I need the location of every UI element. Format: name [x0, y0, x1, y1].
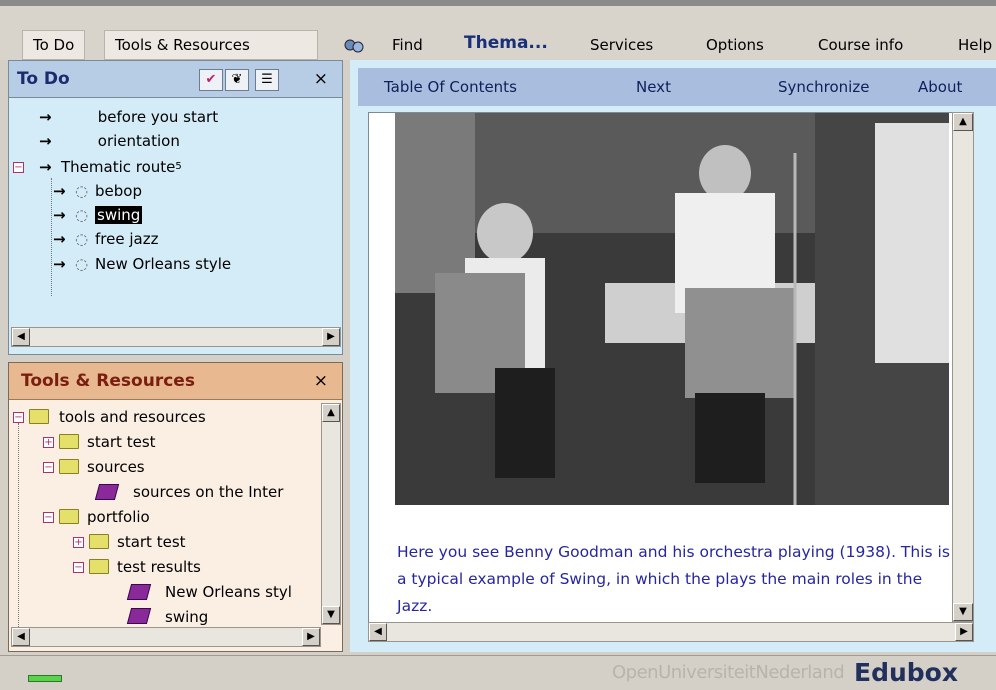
nav-next[interactable]: Next — [636, 78, 671, 96]
close-icon[interactable]: × — [314, 371, 328, 391]
list-item[interactable]: → before you start — [39, 106, 218, 128]
scroll-down-icon[interactable]: ▼ — [322, 606, 340, 624]
list-item[interactable]: → orientation — [39, 130, 180, 152]
expand-icon[interactable]: + — [73, 537, 84, 548]
content-pane: Table Of Contents Next Synchronize About — [350, 60, 996, 652]
edubox-logo: Edubox — [854, 658, 958, 687]
todo-pane: To Do ✔ ❦ ☰ × → before you start → orien… — [8, 60, 343, 355]
collapse-icon[interactable]: − — [13, 162, 24, 173]
close-icon[interactable]: × — [314, 69, 328, 89]
folder-icon — [59, 434, 79, 449]
arrow-icon: → — [39, 132, 52, 150]
tools-pane: Tools & Resources × − tools and resource… — [8, 362, 343, 652]
content-vscrollbar[interactable]: ▲ ▼ — [952, 112, 974, 622]
tools-vscrollbar[interactable]: ▲ ▼ — [321, 403, 341, 625]
folder-open-icon — [29, 409, 49, 424]
status-bar: OpenUniversiteitNederland Edubox — [0, 655, 996, 690]
arrow-icon: → — [53, 182, 66, 200]
scroll-left-icon[interactable]: ◀ — [12, 628, 30, 646]
book-icon — [126, 608, 152, 624]
menu-options[interactable]: Options — [706, 30, 764, 60]
scroll-right-icon[interactable]: ▶ — [302, 628, 320, 646]
menu-bar: To Do Tools & Resources Find Thema... Se… — [0, 0, 996, 60]
collapse-icon[interactable]: − — [43, 462, 54, 473]
content-navbar: Table Of Contents Next Synchronize About — [358, 68, 996, 106]
folder-open-icon — [59, 509, 79, 524]
menu-thema[interactable]: Thema... — [464, 28, 548, 58]
list-item[interactable]: sources — [87, 456, 145, 478]
list-item[interactable]: → ◌ New Orleans style — [53, 253, 231, 275]
tag-icon: ◌ — [75, 230, 89, 248]
list-item[interactable]: tools and resources — [59, 406, 206, 428]
arrow-icon: → — [53, 230, 66, 248]
scroll-left-icon[interactable]: ◀ — [369, 623, 387, 641]
todo-title: To Do — [17, 69, 70, 89]
scroll-left-icon[interactable]: ◀ — [12, 328, 30, 346]
university-brand: OpenUniversiteitNederland — [612, 662, 845, 683]
menu-course-info[interactable]: Course info — [818, 30, 903, 60]
arrow-icon: → — [39, 108, 52, 126]
scroll-up-icon[interactable]: ▲ — [953, 113, 973, 131]
list-icon[interactable]: ☰ — [255, 69, 279, 91]
list-item[interactable]: → ◌ swing — [53, 204, 143, 226]
list-item[interactable]: → ◌ bebop — [53, 180, 142, 202]
menu-services[interactable]: Services — [590, 30, 653, 60]
scroll-up-icon[interactable]: ▲ — [322, 404, 340, 422]
glasses-icon[interactable]: ❦ — [225, 69, 249, 91]
list-item[interactable]: portfolio — [87, 506, 150, 528]
orchestra-photo — [395, 113, 949, 505]
content-area: Here you see Benny Goodman and his orche… — [368, 112, 968, 642]
find-icon[interactable] — [344, 37, 364, 55]
expand-icon[interactable]: + — [43, 437, 54, 448]
book-icon — [126, 584, 152, 600]
nav-synchronize[interactable]: Synchronize — [778, 78, 869, 96]
list-item[interactable]: test results — [117, 556, 201, 578]
caption-text: Here you see Benny Goodman and his orche… — [397, 543, 950, 615]
collapse-icon[interactable]: − — [13, 412, 24, 423]
menu-find[interactable]: Find — [392, 30, 423, 60]
collapse-icon[interactable]: − — [73, 562, 84, 573]
scroll-right-icon[interactable]: ▶ — [322, 328, 340, 346]
tag-icon: ◌ — [75, 182, 89, 200]
arrow-icon: → — [39, 158, 52, 176]
book-icon — [94, 484, 120, 500]
menu-help[interactable]: Help — [958, 30, 996, 60]
list-item[interactable]: → Thematic route5 — [39, 156, 182, 178]
list-item[interactable]: start test — [117, 531, 186, 553]
nav-table-of-contents[interactable]: Table Of Contents — [384, 78, 517, 96]
checkmark-icon[interactable]: ✔ — [199, 69, 223, 91]
todo-hscrollbar[interactable]: ◀ ▶ — [11, 327, 341, 347]
tools-title: Tools & Resources — [21, 371, 195, 391]
tools-hscrollbar[interactable]: ◀ ▶ — [11, 627, 321, 647]
list-item[interactable]: start test — [87, 431, 156, 453]
list-item[interactable]: → ◌ free jazz — [53, 228, 158, 250]
tag-icon: ◌ — [75, 255, 89, 273]
list-item[interactable]: sources on the Inter — [133, 481, 283, 503]
folder-open-icon — [89, 559, 109, 574]
menu-todo[interactable]: To Do — [22, 30, 86, 60]
status-indicator — [28, 675, 62, 682]
arrow-icon: → — [53, 255, 66, 273]
tools-header: Tools & Resources × — [9, 363, 342, 400]
scroll-right-icon[interactable]: ▶ — [955, 623, 973, 641]
folder-open-icon — [59, 459, 79, 474]
list-item[interactable]: swing — [165, 606, 208, 628]
nav-about[interactable]: About — [918, 78, 962, 96]
folder-icon — [89, 534, 109, 549]
collapse-icon[interactable]: − — [43, 512, 54, 523]
scroll-down-icon[interactable]: ▼ — [953, 603, 973, 621]
todo-header: To Do ✔ ❦ ☰ × — [9, 61, 342, 98]
tag-icon: ◌ — [75, 206, 89, 224]
content-hscrollbar[interactable]: ◀ ▶ — [368, 622, 974, 642]
list-item[interactable]: New Orleans styl — [165, 581, 292, 603]
menu-tools-resources[interactable]: Tools & Resources — [104, 30, 318, 60]
app-window: To Do Tools & Resources Find Thema... Se… — [0, 0, 996, 690]
arrow-icon: → — [53, 206, 66, 224]
